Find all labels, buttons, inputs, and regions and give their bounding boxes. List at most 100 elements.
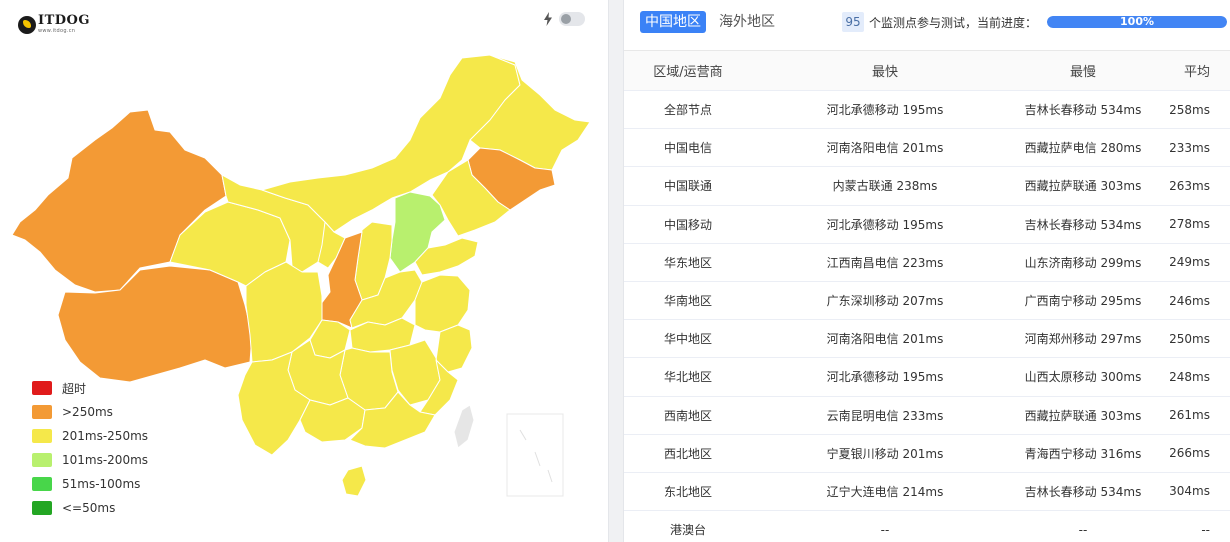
cell-average: 261ms	[1169, 408, 1210, 423]
toggle-knob	[561, 14, 571, 24]
region-hainan[interactable]	[341, 465, 367, 497]
results-topbar: 中国地区 海外地区 95 个监测点参与测试，当前进度： 100%	[624, 0, 1230, 44]
cell-slowest: 吉林长春移动 534ms	[1024, 484, 1142, 499]
cell-fastest: 辽宁大连电信 214ms	[826, 484, 944, 499]
cell-fastest: 江西南昌电信 223ms	[826, 255, 944, 270]
cell-average: 233ms	[1169, 140, 1210, 155]
table-row[interactable]: 华北地区 河北承德移动 195ms 山西太原移动 300ms 248ms	[624, 358, 1230, 397]
header-average[interactable]: 平均	[1148, 61, 1230, 80]
cell-average: 250ms	[1169, 331, 1210, 346]
brand-logo[interactable]: ITDOG www.itdog.cn	[18, 14, 90, 34]
cell-slowest: 西藏拉萨电信 280ms	[1024, 141, 1142, 156]
cell-slowest: 山东济南移动 299ms	[1024, 255, 1142, 270]
cell-fastest: 河北承德移动 195ms	[826, 370, 944, 385]
tab-china[interactable]: 中国地区	[640, 11, 706, 33]
cell-fastest: 云南昆明电信 233ms	[826, 408, 944, 423]
cell-average: 278ms	[1169, 217, 1210, 232]
cell-fastest: 河北承德移动 195ms	[826, 217, 944, 232]
legend-item: <=50ms	[32, 496, 148, 520]
panel-divider[interactable]	[608, 0, 624, 542]
cell-average: 258ms	[1169, 102, 1210, 117]
cell-slowest: 广西南宁移动 295ms	[1024, 294, 1142, 309]
header-fastest[interactable]: 最快	[752, 61, 1018, 80]
cell-region: 华东地区	[663, 255, 712, 270]
cell-average: 266ms	[1169, 446, 1210, 461]
cell-fastest: 河南洛阳电信 201ms	[826, 332, 944, 347]
cell-region: 中国联通	[663, 179, 712, 194]
table-body: 全部节点 河北承德移动 195ms 吉林长春移动 534ms 258ms 中国电信河南洛…	[624, 91, 1230, 542]
cell-slowest: --	[1078, 522, 1088, 537]
map-panel: ITDOG www.itdog.cn 超时 >250ms 201ms-250ms…	[0, 0, 608, 542]
header-region[interactable]: 区域/运营商	[624, 61, 752, 80]
table-row[interactable]: 华南地区 广东深圳移动 207ms 广西南宁移动 295ms 246ms	[624, 282, 1230, 321]
south-china-sea-inset	[506, 413, 564, 497]
legend-label: <=50ms	[62, 501, 116, 515]
tab-overseas[interactable]: 海外地区	[714, 11, 780, 33]
table-row[interactable]: 港澳台 -- -- --	[624, 511, 1230, 542]
cell-region: 中国移动	[663, 217, 712, 232]
results-panel: 中国地区 海外地区 95 个监测点参与测试，当前进度： 100% 区域/运营商 …	[624, 0, 1230, 542]
cell-average: 248ms	[1169, 369, 1210, 384]
legend-swatch	[32, 381, 52, 395]
table-row[interactable]: 中国电信 河南洛阳电信 201ms 西藏拉萨电信 280ms 233ms	[624, 129, 1230, 168]
dog-logo-icon	[18, 16, 36, 34]
cell-fastest: 内蒙古联通 238ms	[832, 179, 938, 194]
legend-item: 51ms-100ms	[32, 472, 148, 496]
legend-item: 201ms-250ms	[32, 424, 148, 448]
cell-slowest: 河南郑州移动 297ms	[1024, 332, 1142, 347]
legend-swatch	[32, 477, 52, 491]
progress-label: 100%	[1120, 16, 1154, 28]
theme-control	[543, 12, 585, 26]
legend-swatch	[32, 429, 52, 443]
cell-average: 249ms	[1169, 255, 1210, 270]
table-row[interactable]: 华东地区 江西南昌电信 223ms 山东济南移动 299ms 249ms	[624, 244, 1230, 282]
table-row[interactable]: 西北地区 宁夏银川移动 201ms 青海西宁移动 316ms 266ms	[624, 435, 1230, 473]
table-row[interactable]: 华中地区 河南洛阳电信 201ms 河南郑州移动 297ms 250ms	[624, 320, 1230, 359]
legend-label: 101ms-200ms	[62, 453, 149, 467]
table-row[interactable]: 中国联通 内蒙古联通 238ms 西藏拉萨联通 303ms 263ms	[624, 167, 1230, 206]
legend-swatch	[32, 453, 52, 467]
cell-slowest: 西藏拉萨联通 303ms	[1024, 179, 1142, 194]
region-taiwan[interactable]	[453, 404, 475, 449]
cell-region: 西南地区	[663, 408, 712, 423]
region-east[interactable]	[414, 274, 471, 333]
cell-region: 华南地区	[663, 294, 712, 309]
legend-item: >250ms	[32, 400, 148, 424]
cell-region: 西北地区	[663, 446, 712, 461]
legend-swatch	[32, 501, 52, 515]
cell-region: 华北地区	[663, 370, 712, 385]
legend-item: 超时	[32, 376, 148, 400]
progress-caption: 个监测点参与测试，当前进度：	[869, 15, 1038, 30]
table-row[interactable]: 全部节点 河北承德移动 195ms 吉林长春移动 534ms 258ms	[624, 91, 1230, 130]
legend-label: 超时	[62, 381, 87, 396]
cell-average: 246ms	[1169, 293, 1210, 308]
app-root: ITDOG www.itdog.cn 超时 >250ms 201ms-250ms…	[0, 0, 1230, 542]
results-table: 区域/运营商 最快 最慢 平均 全部节点 河北承德移动 195ms 吉林长春移动 5…	[624, 50, 1230, 542]
cell-slowest: 吉林长春移动 534ms	[1024, 217, 1142, 232]
cell-average: --	[1201, 522, 1210, 537]
cell-fastest: 河北承德移动 195ms	[826, 103, 944, 118]
cell-slowest: 西藏拉萨联通 303ms	[1024, 408, 1142, 423]
table-row[interactable]: 西南地区 云南昆明电信 233ms 西藏拉萨联通 303ms 261ms	[624, 397, 1230, 435]
legend-label: 201ms-250ms	[62, 429, 149, 443]
brand-url: www.itdog.cn	[38, 28, 76, 34]
cell-region: 东北地区	[663, 484, 712, 499]
header-slowest[interactable]: 最慢	[1018, 61, 1148, 80]
legend-swatch	[32, 405, 52, 419]
legend-item: 101ms-200ms	[32, 448, 148, 472]
cell-slowest: 青海西宁移动 316ms	[1024, 446, 1142, 461]
brand-name: ITDOG	[38, 13, 90, 28]
cell-region: 港澳台	[669, 523, 706, 538]
table-row[interactable]: 中国移动 河北承德移动 195ms 吉林长春移动 534ms 278ms	[624, 206, 1230, 244]
cell-fastest: --	[880, 522, 890, 537]
cell-slowest: 山西太原移动 300ms	[1024, 370, 1142, 385]
cell-region: 华中地区	[663, 332, 712, 347]
theme-toggle[interactable]	[559, 12, 585, 26]
cell-average: 263ms	[1169, 178, 1210, 193]
legend-label: 51ms-100ms	[62, 477, 141, 491]
cell-region: 中国电信	[663, 141, 712, 156]
table-header: 区域/运营商 最快 最慢 平均	[624, 51, 1230, 91]
cell-average: 304ms	[1169, 484, 1210, 499]
cell-fastest: 宁夏银川移动 201ms	[826, 446, 944, 461]
table-row[interactable]: 东北地区 辽宁大连电信 214ms 吉林长春移动 534ms 304ms	[624, 473, 1230, 512]
